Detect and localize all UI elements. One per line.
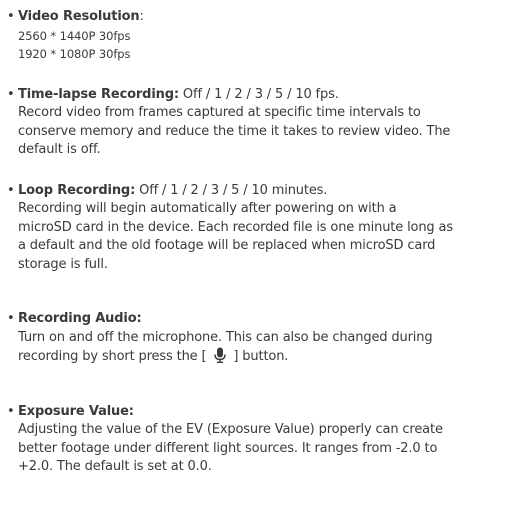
section-recording-audio: • Recording Audio: Turn on and off the mi… [7, 310, 503, 367]
section-time-lapse: • Time-lapse Recording: Off / 1 / 2 / 3 /… [7, 86, 503, 160]
body-line: storage is full. [18, 256, 108, 272]
section-exposure-value: • Exposure Value: Adjusting the value of … [7, 403, 503, 477]
section-heading: • Recording Audio: [7, 310, 503, 329]
section-label: Exposure Value: [18, 403, 134, 419]
body-line: better footage under different light sou… [18, 440, 438, 456]
section-options: Off / 1 / 2 / 3 / 5 / 10 minutes. [135, 182, 328, 198]
body-line: Recording will begin automatically after… [18, 201, 397, 216]
section-loop-recording: • Loop Recording: Off / 1 / 2 / 3 / 5 / 1… [7, 182, 503, 275]
body-line-with-icon: recording by short press the [ ] button. [7, 347, 503, 367]
section-label: Video Resolution [18, 9, 140, 24]
section-options: Off / 1 / 2 / 3 / 5 / 10 fps. [178, 86, 339, 102]
bullet: • [7, 403, 15, 419]
body-text-before-icon: recording by short press the [ [18, 349, 207, 364]
body-line: Record video from frames captured at spe… [18, 105, 421, 120]
bullet: • [7, 311, 15, 326]
body-line: conserve memory and reduce the time it t… [18, 123, 451, 139]
microphone-icon [213, 347, 227, 364]
manual-page: • Video Resolution: 2560 * 1440P 30fps 19… [7, 8, 503, 477]
body-line: +2.0. The default is set at 0.0. [18, 459, 212, 474]
bullet: • [7, 182, 15, 198]
section-video-resolution: • Video Resolution: 2560 * 1440P 30fps 19… [7, 8, 503, 64]
section-heading: • Video Resolution: [7, 8, 503, 27]
resolution-option: 2560 * 1440P 30fps [18, 28, 131, 43]
label-suffix: : [139, 9, 144, 24]
section-heading: • Exposure Value: [7, 403, 503, 422]
section-label: Loop Recording: [18, 182, 136, 198]
body-line: microSD card in the device. Each recorde… [18, 219, 453, 235]
body-line: a default and the old footage will be re… [18, 238, 436, 253]
body-line: Turn on and off the microphone. This can… [18, 329, 433, 345]
bullet: • [7, 86, 15, 102]
body-text-after-icon: ] button. [233, 349, 289, 364]
body-line: default is off. [18, 142, 101, 157]
body-line: Adjusting the value of the EV (Exposure … [18, 422, 443, 437]
section-label: Time-lapse Recording: [18, 86, 179, 102]
resolution-option: 1920 * 1080P 30fps [18, 47, 131, 61]
section-heading: • Loop Recording: Off / 1 / 2 / 3 / 5 / 1… [7, 182, 503, 201]
bullet: • [7, 9, 15, 24]
section-label: Recording Audio: [18, 311, 142, 326]
section-heading: • Time-lapse Recording: Off / 1 / 2 / 3 /… [7, 86, 503, 105]
